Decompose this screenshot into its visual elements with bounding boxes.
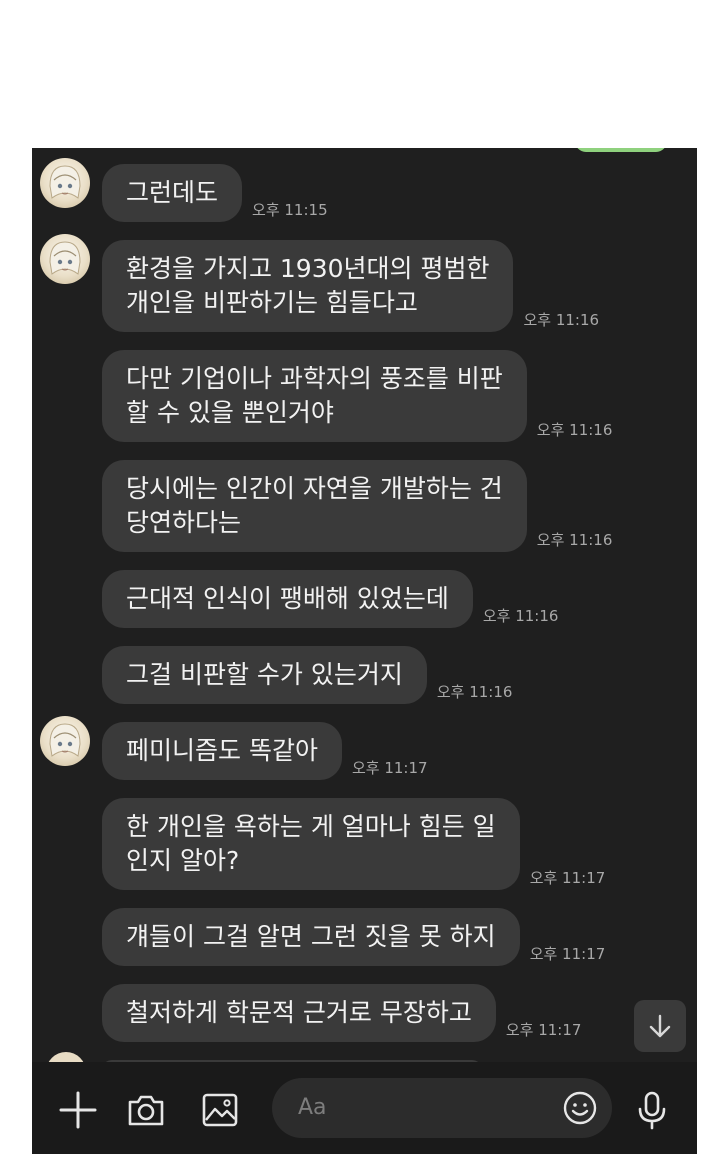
- image-icon: [202, 1093, 238, 1127]
- message-bubble[interactable]: 한 개인을 욕하는 게 얼마나 힘든 일 인지 알아?: [102, 798, 520, 890]
- message-time: 오후 11:16: [436, 683, 513, 701]
- avatar-image: [49, 241, 81, 275]
- previous-sent-message: [575, 148, 667, 152]
- message-row: 환경을 가지고 1930년대의 평범한 개인을 비판하기는 힘들다고 오후 11…: [102, 240, 599, 332]
- add-button[interactable]: [56, 1088, 100, 1132]
- message-text: 페미니즘도 똑같아: [126, 736, 318, 765]
- smiley-icon[interactable]: [562, 1090, 598, 1126]
- message-time: 오후 11:15: [252, 201, 328, 219]
- message-bubble[interactable]: 철저하게 학문적 근거로 무장하고: [102, 984, 496, 1042]
- scroll-down-button[interactable]: [634, 1000, 686, 1052]
- message-time: 오후 11:17: [529, 869, 606, 887]
- message-text: 철저하게 학문적 근거로 무장하고: [126, 998, 472, 1027]
- message-row: 그걸 비판할 수가 있는거지 오후 11:16: [102, 646, 512, 704]
- message-time: 오후 11:16: [536, 531, 613, 549]
- message-text: 걔들이 그걸 알면 그런 짓을 못 하지: [126, 922, 496, 951]
- plus-icon: [59, 1091, 97, 1129]
- sender-avatar[interactable]: [40, 234, 90, 284]
- message-time: 오후 11:17: [351, 759, 428, 777]
- message-bubble[interactable]: 페미니즘도 똑같아: [102, 722, 342, 780]
- message-row: 한 개인을 욕하는 게 얼마나 힘든 일 인지 알아? 오후 11:17: [102, 798, 605, 890]
- arrow-down-icon: [649, 1014, 671, 1038]
- message-time: 오후 11:16: [482, 607, 559, 625]
- message-row: 걔들이 그걸 알면 그런 짓을 못 하지 오후 11:17: [102, 908, 605, 966]
- message-row: 다만 기업이나 과학자의 풍조를 비판 할 수 있을 뿐인거야 오후 11:16: [102, 350, 612, 442]
- message-text: 그걸 비판할 수가 있는거지: [126, 660, 403, 689]
- message-input[interactable]: Aa: [272, 1078, 612, 1138]
- message-row: 당시에는 인간이 자연을 개발하는 건 당연하다는 오후 11:16: [102, 460, 612, 552]
- message-bubble[interactable]: 당시에는 인간이 자연을 개발하는 건 당연하다는: [102, 460, 527, 552]
- avatar-image: [49, 165, 81, 199]
- avatar-image: [49, 723, 81, 757]
- voice-button[interactable]: [630, 1088, 674, 1132]
- message-bubble[interactable]: 다만 기업이나 과학자의 풍조를 비판 할 수 있을 뿐인거야: [102, 350, 527, 442]
- message-row: 페미니즘도 똑같아 오후 11:17: [102, 722, 428, 780]
- sender-avatar[interactable]: [40, 716, 90, 766]
- chat-screen: 그런데도 오후 11:15 환경을 가지고 1930년대의 평범한 개인을 비판…: [32, 148, 697, 1154]
- message-text: 인지 알아?: [126, 846, 240, 875]
- message-bubble[interactable]: 환경을 가지고 1930년대의 평범한 개인을 비판하기는 힘들다고: [102, 240, 514, 332]
- message-text: 당연하다는: [126, 508, 242, 537]
- message-text: 근대적 인식이 팽배해 있었는데: [126, 584, 449, 613]
- message-text: 그런데도: [126, 178, 219, 207]
- message-bubble[interactable]: 근대적 인식이 팽배해 있었는데: [102, 570, 473, 628]
- message-time: 오후 11:17: [505, 1021, 582, 1039]
- message-text: 환경을 가지고 1930년대의 평범한: [126, 254, 490, 283]
- gallery-button[interactable]: [198, 1088, 242, 1132]
- camera-button[interactable]: [124, 1088, 168, 1132]
- camera-icon: [128, 1095, 164, 1126]
- message-bubble[interactable]: 그런데도: [102, 164, 243, 222]
- message-row: 그런데도 오후 11:15: [102, 164, 328, 222]
- message-time: 오후 11:16: [536, 421, 613, 439]
- message-bubble[interactable]: 그걸 비판할 수가 있는거지: [102, 646, 427, 704]
- message-text: 다만 기업이나 과학자의 풍조를 비판: [126, 364, 503, 393]
- message-time: 오후 11:16: [523, 311, 600, 329]
- message-bubble[interactable]: 걔들이 그걸 알면 그런 짓을 못 하지: [102, 908, 520, 966]
- message-row: 근대적 인식이 팽배해 있었는데 오후 11:16: [102, 570, 558, 628]
- message-row: 철저하게 학문적 근거로 무장하고 오후 11:17: [102, 984, 581, 1042]
- microphone-icon: [638, 1091, 666, 1130]
- message-composer-bar: Aa: [32, 1062, 697, 1154]
- message-time: 오후 11:17: [529, 945, 606, 963]
- message-text: 한 개인을 욕하는 게 얼마나 힘든 일: [126, 812, 496, 841]
- sender-avatar[interactable]: [40, 158, 90, 208]
- message-text: 할 수 있을 뿐인거야: [126, 398, 334, 427]
- message-input-placeholder: Aa: [298, 1095, 327, 1120]
- message-text: 개인을 비판하기는 힘들다고: [126, 288, 418, 317]
- message-text: 당시에는 인간이 자연을 개발하는 건: [126, 474, 503, 503]
